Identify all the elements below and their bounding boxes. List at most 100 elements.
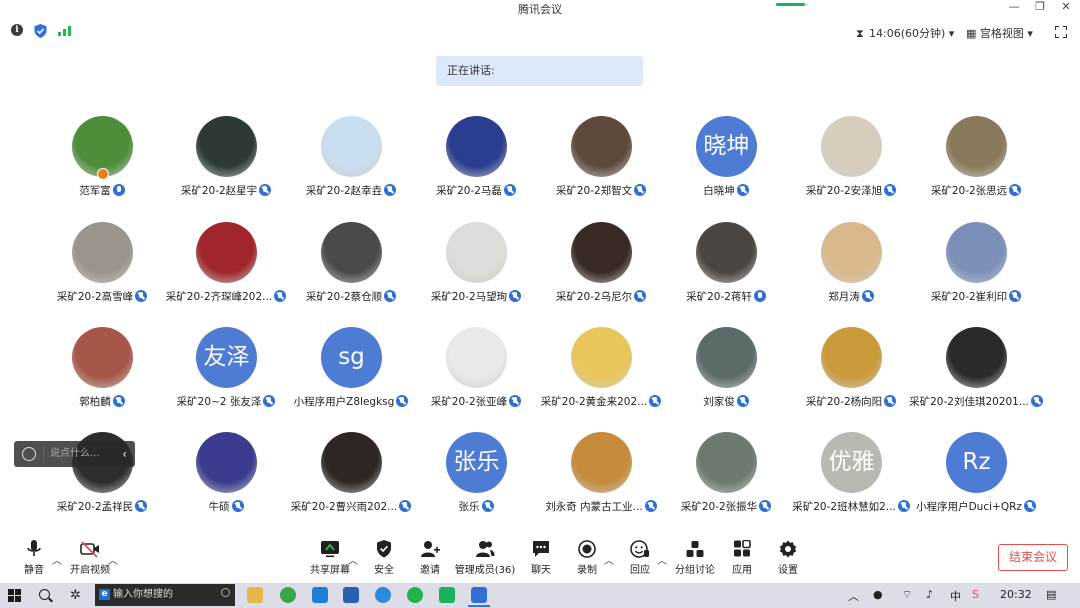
windows-start-icon[interactable] bbox=[8, 589, 21, 602]
info-icon[interactable]: i bbox=[11, 24, 23, 36]
participant-tile[interactable]: 牛硕 bbox=[166, 432, 286, 528]
participant-tile[interactable]: 采矿20-2张振华 bbox=[666, 432, 786, 528]
participant-name: 采矿20-2蒋轩 bbox=[686, 291, 752, 303]
participant-tile[interactable]: 采矿20-2崔利印 bbox=[916, 222, 1036, 318]
qq-icon[interactable]: ● bbox=[873, 588, 883, 601]
participant-tile[interactable]: 采矿20-2曹兴雨202... bbox=[291, 432, 412, 528]
participant-tile[interactable]: 刘永奇 内蒙古工业... bbox=[541, 432, 661, 528]
input-method-indicator[interactable]: 中 bbox=[950, 588, 961, 604]
participant-name: 采矿20-2马望珣 bbox=[430, 291, 508, 303]
participant-name: 牛硕 bbox=[208, 501, 230, 513]
participant-tile[interactable]: sg 小程序用户Z8legksg bbox=[291, 327, 411, 423]
participant-tile[interactable]: 范军富 bbox=[42, 116, 162, 212]
participant-tile[interactable]: Rz 小程序用户Duci+QRz bbox=[916, 432, 1036, 528]
participant-name-row: 小程序用户Duci+QRz bbox=[906, 499, 1046, 514]
minimize-button[interactable]: — bbox=[1000, 0, 1028, 16]
participant-tile[interactable]: 采矿20-2赵星宇 bbox=[166, 116, 286, 212]
participant-name-row: 采矿20-2乌尼尔 bbox=[531, 289, 671, 304]
app-icon[interactable] bbox=[439, 587, 455, 603]
participant-tile[interactable]: 晓坤白晓坤 bbox=[666, 116, 786, 212]
close-button[interactable]: ✕ bbox=[1052, 0, 1080, 16]
participant-tile[interactable]: 刘家俊 bbox=[666, 327, 786, 423]
progress-fill bbox=[776, 3, 805, 6]
participant-tile[interactable]: 采矿20-2齐琛峰202... bbox=[166, 222, 287, 318]
taskbar-clock[interactable]: 20:32 bbox=[1000, 588, 1032, 601]
mic-muted-icon bbox=[481, 500, 494, 512]
end-meeting-button[interactable]: 结束会议 bbox=[998, 544, 1068, 571]
mic-muted-icon bbox=[861, 290, 874, 302]
participant-tile[interactable]: 张乐 张乐 bbox=[416, 432, 536, 528]
mic-muted-icon bbox=[263, 395, 276, 407]
avatar bbox=[571, 222, 632, 283]
emoji-icon[interactable] bbox=[22, 447, 36, 461]
participant-tile[interactable]: 采矿20-2马望珣 bbox=[416, 222, 536, 318]
wechat-icon[interactable] bbox=[407, 587, 423, 603]
avatar: 晓坤 bbox=[696, 116, 757, 177]
participant-tile[interactable]: 郑月涛 bbox=[791, 222, 911, 318]
volume-icon[interactable]: ♪ bbox=[926, 588, 933, 601]
browser-search-icon: e bbox=[99, 589, 110, 600]
hourglass-icon: ⧗ bbox=[856, 27, 864, 40]
mic-muted-icon bbox=[503, 184, 516, 196]
participant-tile[interactable]: 采矿20-2张思远 bbox=[916, 116, 1036, 212]
settings-button[interactable]: 设置 bbox=[760, 538, 816, 580]
meeting-timer[interactable]: ⧗ 14:06(60分钟) ▾ bbox=[856, 25, 954, 41]
restore-button[interactable]: ❐ bbox=[1026, 0, 1054, 16]
participant-name: 采矿20-2张亚峰 bbox=[430, 396, 508, 408]
participant-tile[interactable]: 采矿20-2安泽旭 bbox=[791, 116, 911, 212]
view-mode-label: 宫格视图 bbox=[979, 27, 1024, 40]
participant-tile[interactable]: 友泽 采矿20~2 张友泽 bbox=[166, 327, 286, 423]
wifi-icon[interactable]: ⌔ bbox=[902, 588, 912, 602]
browser-icon[interactable] bbox=[280, 587, 296, 603]
mute-options-caret[interactable]: ︿ bbox=[52, 552, 62, 567]
participant-tile[interactable]: 采矿20-2张亚峰 bbox=[416, 327, 536, 423]
chevron-up-icon[interactable]: ︿ bbox=[848, 588, 859, 604]
participant-tile[interactable]: 优雅 采矿20-2班林慧如2... bbox=[791, 432, 911, 528]
file-explorer-icon[interactable] bbox=[247, 587, 263, 603]
participant-name-row: 采矿20-2赵幸垚 bbox=[281, 183, 421, 198]
participant-tile[interactable]: 采矿20-2杨向阳 bbox=[791, 327, 911, 423]
timer-text: 14:06(60分钟) bbox=[869, 27, 946, 40]
participant-name: 白晓坤 bbox=[703, 185, 735, 197]
participant-name-row: 采矿20~2 张友泽 bbox=[156, 394, 296, 409]
avatar bbox=[446, 327, 507, 388]
shield-icon[interactable] bbox=[34, 24, 47, 38]
participant-tile[interactable]: 采矿20-2刘佳琪20201... bbox=[909, 327, 1043, 423]
participant-tile[interactable]: 采矿20-2黄金来202... bbox=[541, 327, 662, 423]
mic-muted-icon bbox=[1030, 395, 1043, 407]
participant-tile[interactable]: 采矿20-2赵幸垚 bbox=[291, 116, 411, 212]
search-icon[interactable] bbox=[39, 589, 50, 600]
participant-tile[interactable]: 采矿20-2高雪峰 bbox=[42, 222, 162, 318]
fullscreen-icon[interactable] bbox=[1055, 26, 1067, 38]
sogou-input-icon[interactable]: S bbox=[972, 588, 979, 601]
chevron-left-icon[interactable]: ‹ bbox=[122, 441, 127, 467]
task-view-icon[interactable]: ✲ bbox=[70, 588, 81, 603]
invite-button[interactable]: 邀请 bbox=[402, 538, 458, 580]
sogou-browser-icon[interactable] bbox=[375, 587, 391, 603]
manage-members-button[interactable]: 管理成员(36) bbox=[452, 538, 518, 580]
participant-name-row: 采矿20-2马望珣 bbox=[406, 289, 546, 304]
notification-icon[interactable]: ▤ bbox=[1046, 588, 1056, 601]
participant-tile[interactable]: 采矿20-2郑智文 bbox=[541, 116, 661, 212]
participant-tile[interactable]: 采矿20-2乌尼尔 bbox=[541, 222, 661, 318]
taskbar-search-box[interactable]: e 输入你想搜的 bbox=[95, 584, 235, 606]
participant-tile[interactable]: 采矿20-2蔡仓顺 bbox=[291, 222, 411, 318]
participant-tile[interactable]: 采矿20-2马磊 bbox=[416, 116, 536, 212]
store-icon[interactable] bbox=[312, 587, 328, 603]
avatar bbox=[696, 432, 757, 493]
participant-tile[interactable]: 郭柏麟 bbox=[42, 327, 162, 423]
chat-quick-input[interactable]: 说点什么... ‹ bbox=[14, 441, 135, 467]
participant-name: 采矿20-2杨向阳 bbox=[805, 396, 883, 408]
participant-tile[interactable]: 采矿20-2蒋轩 bbox=[666, 222, 786, 318]
reaction-options-caret[interactable]: ︿ bbox=[657, 552, 667, 567]
avatar bbox=[571, 432, 632, 493]
mic-muted-icon bbox=[135, 500, 148, 512]
participant-name: 采矿20~2 张友泽 bbox=[176, 396, 262, 408]
word-icon[interactable] bbox=[343, 587, 359, 603]
mic-muted-icon bbox=[1023, 500, 1036, 512]
view-mode-dropdown[interactable]: ▦ 宫格视图 ▾ bbox=[966, 25, 1033, 41]
tencent-meeting-taskbar-icon[interactable] bbox=[471, 587, 487, 603]
members-label: 管理成员(36) bbox=[454, 565, 516, 576]
mic-muted-icon bbox=[509, 290, 522, 302]
video-options-caret[interactable]: ︿ bbox=[108, 552, 118, 567]
